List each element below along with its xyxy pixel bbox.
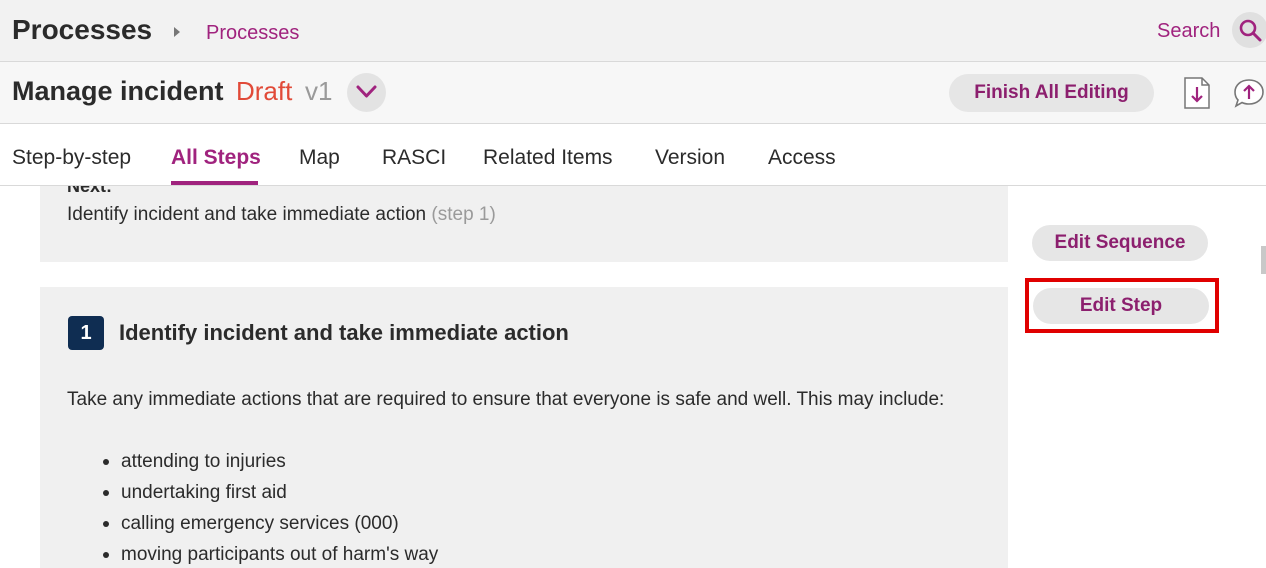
version-dropdown-button[interactable] — [347, 73, 386, 112]
search-label[interactable]: Search — [1157, 20, 1220, 43]
tab-map[interactable]: Map — [299, 146, 340, 170]
tab-step-by-step[interactable]: Step-by-step — [12, 146, 131, 170]
tab-rasci[interactable]: RASCI — [382, 146, 446, 170]
breadcrumb-processes-link[interactable]: Processes — [206, 22, 299, 45]
top-bar: Processes Processes Search — [0, 0, 1266, 62]
breadcrumb-arrow-icon — [174, 27, 180, 37]
edit-sequence-button[interactable]: Edit Sequence — [1032, 225, 1208, 261]
app-title: Processes — [12, 14, 153, 45]
search-button[interactable] — [1232, 12, 1266, 48]
next-step-text: Identify incident and take immediate act… — [67, 204, 496, 226]
list-item: attending to injuries — [100, 446, 980, 477]
next-heading: Next: — [67, 186, 113, 196]
draft-status-label: Draft — [236, 76, 293, 106]
list-item: calling emergency services (000) — [100, 508, 980, 539]
tab-version[interactable]: Version — [655, 146, 725, 170]
step-description: Take any immediate actions that are requ… — [67, 389, 945, 410]
next-step-title: Identify incident and take immediate act… — [67, 204, 427, 225]
finish-all-editing-button[interactable]: Finish All Editing — [949, 74, 1154, 112]
tab-related-items[interactable]: Related Items — [483, 146, 613, 170]
feedback-upload-button[interactable] — [1232, 76, 1266, 110]
tab-bar: Step-by-step All Steps Map RASCI Related… — [0, 124, 1266, 186]
step-number-badge: 1 — [68, 316, 104, 350]
edit-step-button[interactable]: Edit Step — [1033, 288, 1209, 324]
steps-content[interactable]: Next: Identify incident and take immedia… — [0, 186, 1266, 568]
feedback-upload-icon — [1234, 79, 1264, 108]
download-button[interactable] — [1182, 76, 1212, 110]
search-icon — [1239, 19, 1262, 42]
download-icon — [1184, 77, 1210, 109]
list-item: undertaking first aid — [100, 477, 980, 508]
chevron-down-icon — [356, 85, 377, 98]
process-title-bar: Manage incident Draft v1 Finish All Edit… — [0, 62, 1266, 124]
active-tab-indicator — [171, 181, 258, 185]
step-card: 1 Identify incident and take immediate a… — [40, 287, 1008, 568]
version-label: v1 — [305, 76, 333, 106]
process-title: Manage incident — [12, 76, 224, 106]
list-item: moving participants out of harm's way — [100, 539, 980, 568]
tab-all-steps[interactable]: All Steps — [171, 146, 261, 170]
scrollbar-thumb[interactable] — [1261, 246, 1266, 274]
next-step-card: Next: Identify incident and take immedia… — [40, 186, 1008, 262]
step-title: Identify incident and take immediate act… — [119, 320, 569, 345]
next-step-ref: (step 1) — [431, 204, 496, 225]
step-action-list: attending to injuries undertaking first … — [100, 446, 980, 568]
tab-access[interactable]: Access — [768, 146, 836, 170]
